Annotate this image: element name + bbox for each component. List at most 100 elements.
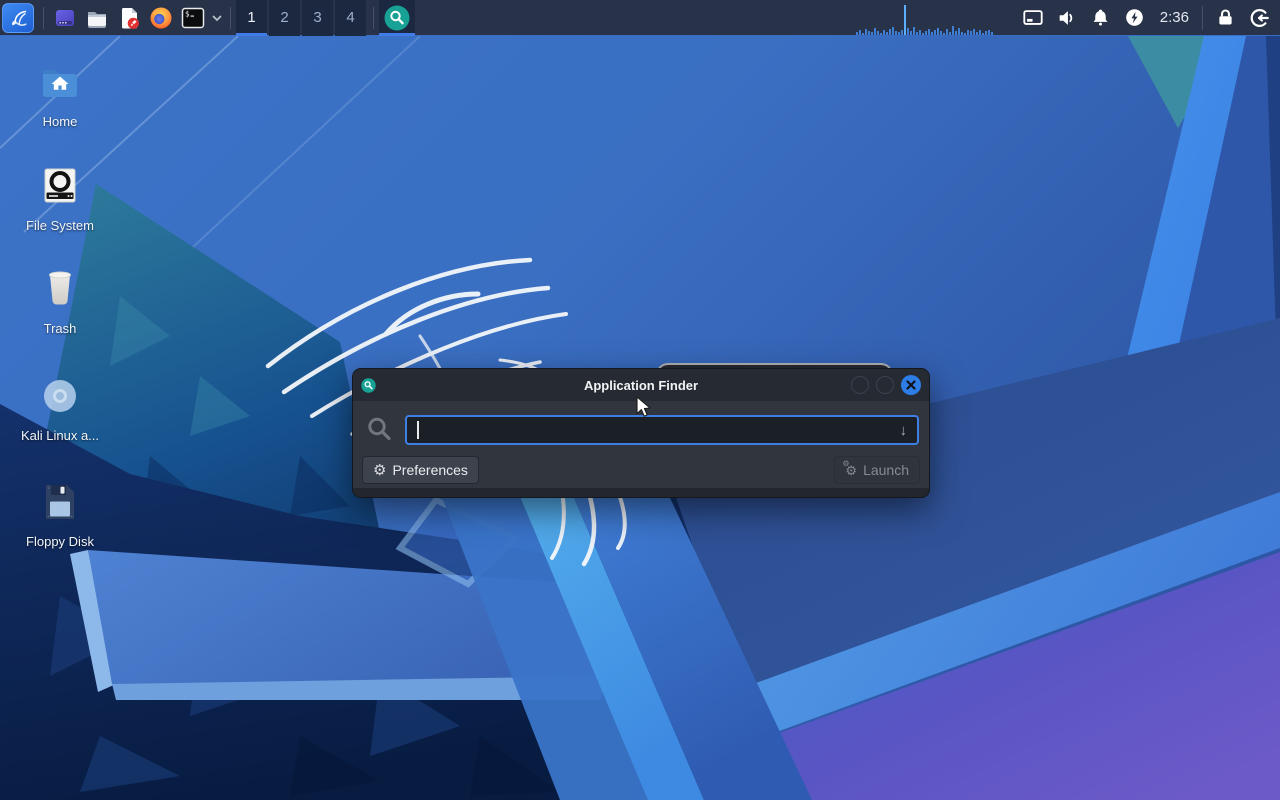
cpu-graph-bar [900,29,903,35]
cpu-graph-bar [903,4,906,35]
preferences-label: Preferences [392,462,468,478]
bell-icon [1093,9,1108,26]
floppy-icon [46,485,74,519]
window-icon [56,9,74,26]
text-editor-launcher[interactable] [113,2,145,34]
taskbar-application-finder[interactable] [379,0,415,36]
cpu-graph-bar [855,31,858,35]
firefox-launcher[interactable] [145,2,177,34]
trash-icon [49,271,71,305]
cdrom-icon [44,380,76,412]
close-button[interactable] [901,375,921,395]
panel-separator [43,6,44,29]
close-icon [906,380,916,390]
lock-icon [1218,9,1232,25]
clock[interactable]: 2:36 [1152,9,1197,26]
cpu-graph[interactable] [855,1,1002,35]
display-icon [1023,9,1043,25]
preferences-button[interactable]: ⚙ Preferences [362,456,479,484]
cpu-graph-bar [933,29,936,35]
cpu-graph-bar [981,32,984,35]
kali-menu-button[interactable] [2,2,34,33]
titlebar[interactable]: Application Finder [353,369,929,401]
dialog-footer-strip [353,488,929,497]
desktop-icon-floppy[interactable]: Floppy Disk [8,480,112,549]
cpu-graph-bar [864,28,867,35]
app-finder-window-icon [361,377,376,393]
terminal-launcher[interactable]: $ [177,2,209,34]
dropdown-arrow-icon[interactable]: ↓ [900,422,908,439]
cpu-graph-bar [873,27,876,35]
cpu-graph-bar [918,29,921,35]
cpu-graph-bar [975,31,978,35]
power-manager-tray-button[interactable] [1118,0,1152,36]
cpu-graph-bar [954,30,957,35]
desktop-icon-file-system[interactable]: File System [8,164,112,233]
search-input[interactable]: ↓ [405,415,919,445]
window-controls [851,375,921,395]
power-manager-icon [1126,9,1144,26]
search-icon [368,417,391,441]
cpu-graph-bar [957,27,960,35]
home-folder-icon [43,70,77,97]
workspace-switcher: 1 2 3 4 [236,0,368,36]
maximize-button[interactable] [876,376,894,394]
panel-separator [373,6,374,29]
chevron-down-icon [212,15,222,21]
search-row: ↓ [353,401,929,453]
cpu-graph-bar [885,31,888,35]
cpu-graph-bar [963,32,966,35]
panel-separator [1202,5,1203,30]
workspace-3[interactable]: 3 [302,0,333,36]
cpu-graph-bar [927,28,930,35]
workspace-2[interactable]: 2 [269,0,300,36]
desktop-icon-label: Kali Linux a... [20,428,100,443]
logout-button[interactable] [1242,0,1276,36]
workspace-1[interactable]: 1 [236,0,267,36]
desktop-icon-label: Floppy Disk [26,534,94,549]
workspace-4[interactable]: 4 [335,0,366,36]
logout-icon [1250,8,1269,27]
cpu-graph-bar [921,32,924,35]
display-tray-button[interactable] [1016,0,1050,36]
firefox-icon [150,7,172,28]
cpu-graph-bar [990,31,993,35]
file-manager-launcher[interactable] [81,2,113,34]
cpu-graph-bar [897,31,900,35]
cpu-graph-bar [861,32,864,35]
cpu-graph-bar [936,27,939,35]
panel-separator [230,6,231,29]
cpu-graph-bar [945,28,948,35]
desktop-icon-trash[interactable]: Trash [8,267,112,336]
volume-icon [1059,10,1073,25]
window-manager-launcher[interactable] [49,2,81,34]
desktop: Home File System Trash Kali Linux a... F… [0,36,1280,800]
action-row: ⚙ Preferences ⚙ Launch [353,453,929,484]
launch-button[interactable]: ⚙ Launch [834,456,920,484]
kali-dragon-icon [12,10,27,26]
lock-screen-button[interactable] [1208,0,1242,36]
cpu-graph-bar [888,28,891,35]
cpu-graph-bar [951,25,954,35]
cpu-graph-bar [978,29,981,35]
cpu-graph-bar [876,30,879,35]
desktop-icon-home[interactable]: Home [8,60,112,129]
cpu-graph-bar [879,32,882,35]
application-finder-window: Application Finder ↓ ⚙ Preferences ⚙ ⚙ L… [352,368,930,498]
desktop-icon-label: File System [26,218,94,233]
document-edit-icon [121,7,139,29]
cpu-graph-bar [984,30,987,35]
cpu-graph-bar [891,26,894,35]
cpu-graph-bar [942,32,945,35]
folder-icon [88,11,106,28]
volume-tray-button[interactable] [1050,0,1084,36]
cpu-graph-bar [906,27,909,35]
cpu-graph-bar [894,30,897,35]
hard-drive-icon [44,168,76,203]
minimize-button[interactable] [851,376,869,394]
desktop-icon-kali-cd[interactable]: Kali Linux a... [8,374,112,443]
terminal-dropdown[interactable] [209,2,225,34]
cpu-graph-bar [966,29,969,35]
cpu-graph-bar [948,31,951,35]
notifications-tray-button[interactable] [1084,0,1118,36]
